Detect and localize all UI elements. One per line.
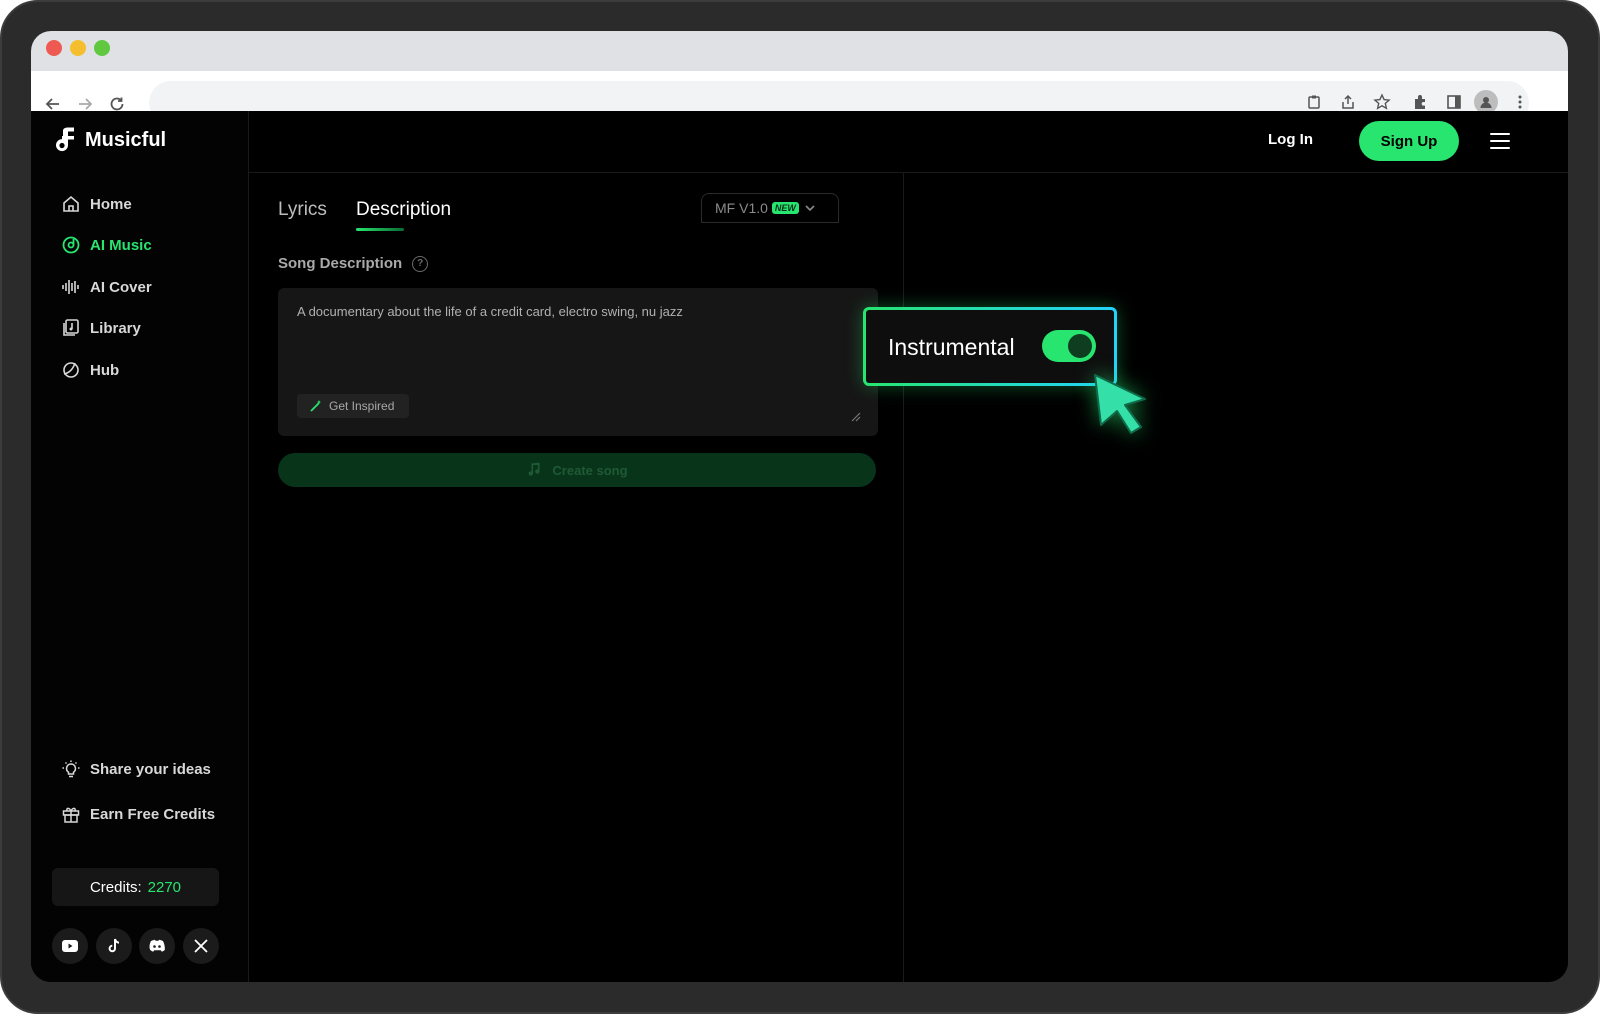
library-icon <box>63 319 79 336</box>
sidebar-item-hub[interactable]: Hub <box>61 360 119 380</box>
sidebar-item-library[interactable]: Library <box>61 318 141 338</box>
tab-description[interactable]: Description <box>356 199 451 221</box>
maximize-window-button[interactable] <box>94 40 110 56</box>
song-description-input[interactable]: A documentary about the life of a credit… <box>278 288 878 436</box>
share-ideas-label: Share your ideas <box>90 760 211 778</box>
song-description-label: Song Description <box>278 255 403 272</box>
logo[interactable]: Musicful <box>53 127 166 153</box>
active-tab-indicator <box>356 228 404 231</box>
help-icon[interactable]: ? <box>412 255 429 272</box>
model-selector[interactable]: MF V1.0 NEW <box>701 193 839 223</box>
get-inspired-label: Get Inspired <box>329 399 395 413</box>
instrumental-callout: Instrumental <box>863 307 1117 386</box>
sparkle-icon <box>310 400 321 412</box>
browser-window: Musicful Home AI Music AI Cover Library … <box>31 31 1568 982</box>
soundwave-icon <box>62 280 79 294</box>
song-description-text: A documentary about the life of a credit… <box>297 304 683 319</box>
lightbulb-icon <box>62 760 80 778</box>
sidebar-item-label: AI Music <box>90 236 152 254</box>
close-window-button[interactable] <box>46 40 62 56</box>
model-label: MF V1.0 <box>715 200 768 216</box>
create-song-label: Create song <box>552 462 628 478</box>
instrumental-toggle[interactable] <box>1042 330 1096 362</box>
instrumental-label: Instrumental <box>888 334 1015 360</box>
login-link[interactable]: Log In <box>1268 131 1313 148</box>
music-note-icon <box>529 462 540 476</box>
sidebar-item-label: Hub <box>90 361 120 379</box>
sidebar-item-label: AI Cover <box>90 278 152 296</box>
credits-value: 2270 <box>147 878 182 896</box>
sidebar-item-ai-music[interactable]: AI Music <box>61 235 152 255</box>
tab-lyrics[interactable]: Lyrics <box>278 199 327 221</box>
sidebar: Musicful Home AI Music AI Cover Library … <box>31 111 249 982</box>
sidebar-item-home[interactable]: Home <box>61 194 132 214</box>
musicful-logo-icon <box>56 127 74 152</box>
sidebar-item-label: Library <box>90 319 141 337</box>
earn-credits-label: Earn Free Credits <box>90 805 216 823</box>
share-ideas-link[interactable]: Share your ideas <box>61 759 211 779</box>
discord-icon[interactable] <box>139 928 175 964</box>
hub-icon <box>63 362 79 378</box>
minimize-window-button[interactable] <box>70 40 86 56</box>
top-nav: Log In Sign Up <box>249 111 1568 173</box>
pointer-cursor-icon <box>1094 374 1146 434</box>
music-disc-icon <box>62 236 80 254</box>
hamburger-menu-icon[interactable] <box>1487 129 1513 153</box>
title-bar <box>31 31 1568 71</box>
song-description-heading: Song Description ? <box>278 255 429 272</box>
earn-credits-link[interactable]: Earn Free Credits <box>61 804 215 824</box>
home-icon <box>63 195 79 212</box>
create-song-button[interactable]: Create song <box>278 453 876 487</box>
sidebar-item-label: Home <box>90 195 132 213</box>
credits-display: Credits: 2270 <box>52 868 219 906</box>
signup-button[interactable]: Sign Up <box>1359 121 1459 161</box>
new-badge: NEW <box>771 202 799 214</box>
app-root: Musicful Home AI Music AI Cover Library … <box>31 111 1568 982</box>
youtube-icon[interactable] <box>52 928 88 964</box>
creation-panel: Lyrics Description MF V1.0 NEW Song Desc… <box>249 173 1146 982</box>
get-inspired-button[interactable]: Get Inspired <box>297 394 409 418</box>
chevron-down-icon <box>805 205 815 212</box>
tiktok-icon[interactable] <box>96 928 132 964</box>
credits-label: Credits: <box>89 878 142 896</box>
app-name: Musicful <box>85 128 167 151</box>
sidebar-item-ai-cover[interactable]: AI Cover <box>61 277 152 297</box>
toggle-knob <box>1068 334 1092 358</box>
gift-icon <box>62 807 80 823</box>
x-icon[interactable] <box>183 928 219 964</box>
resize-handle-icon[interactable] <box>851 412 861 422</box>
